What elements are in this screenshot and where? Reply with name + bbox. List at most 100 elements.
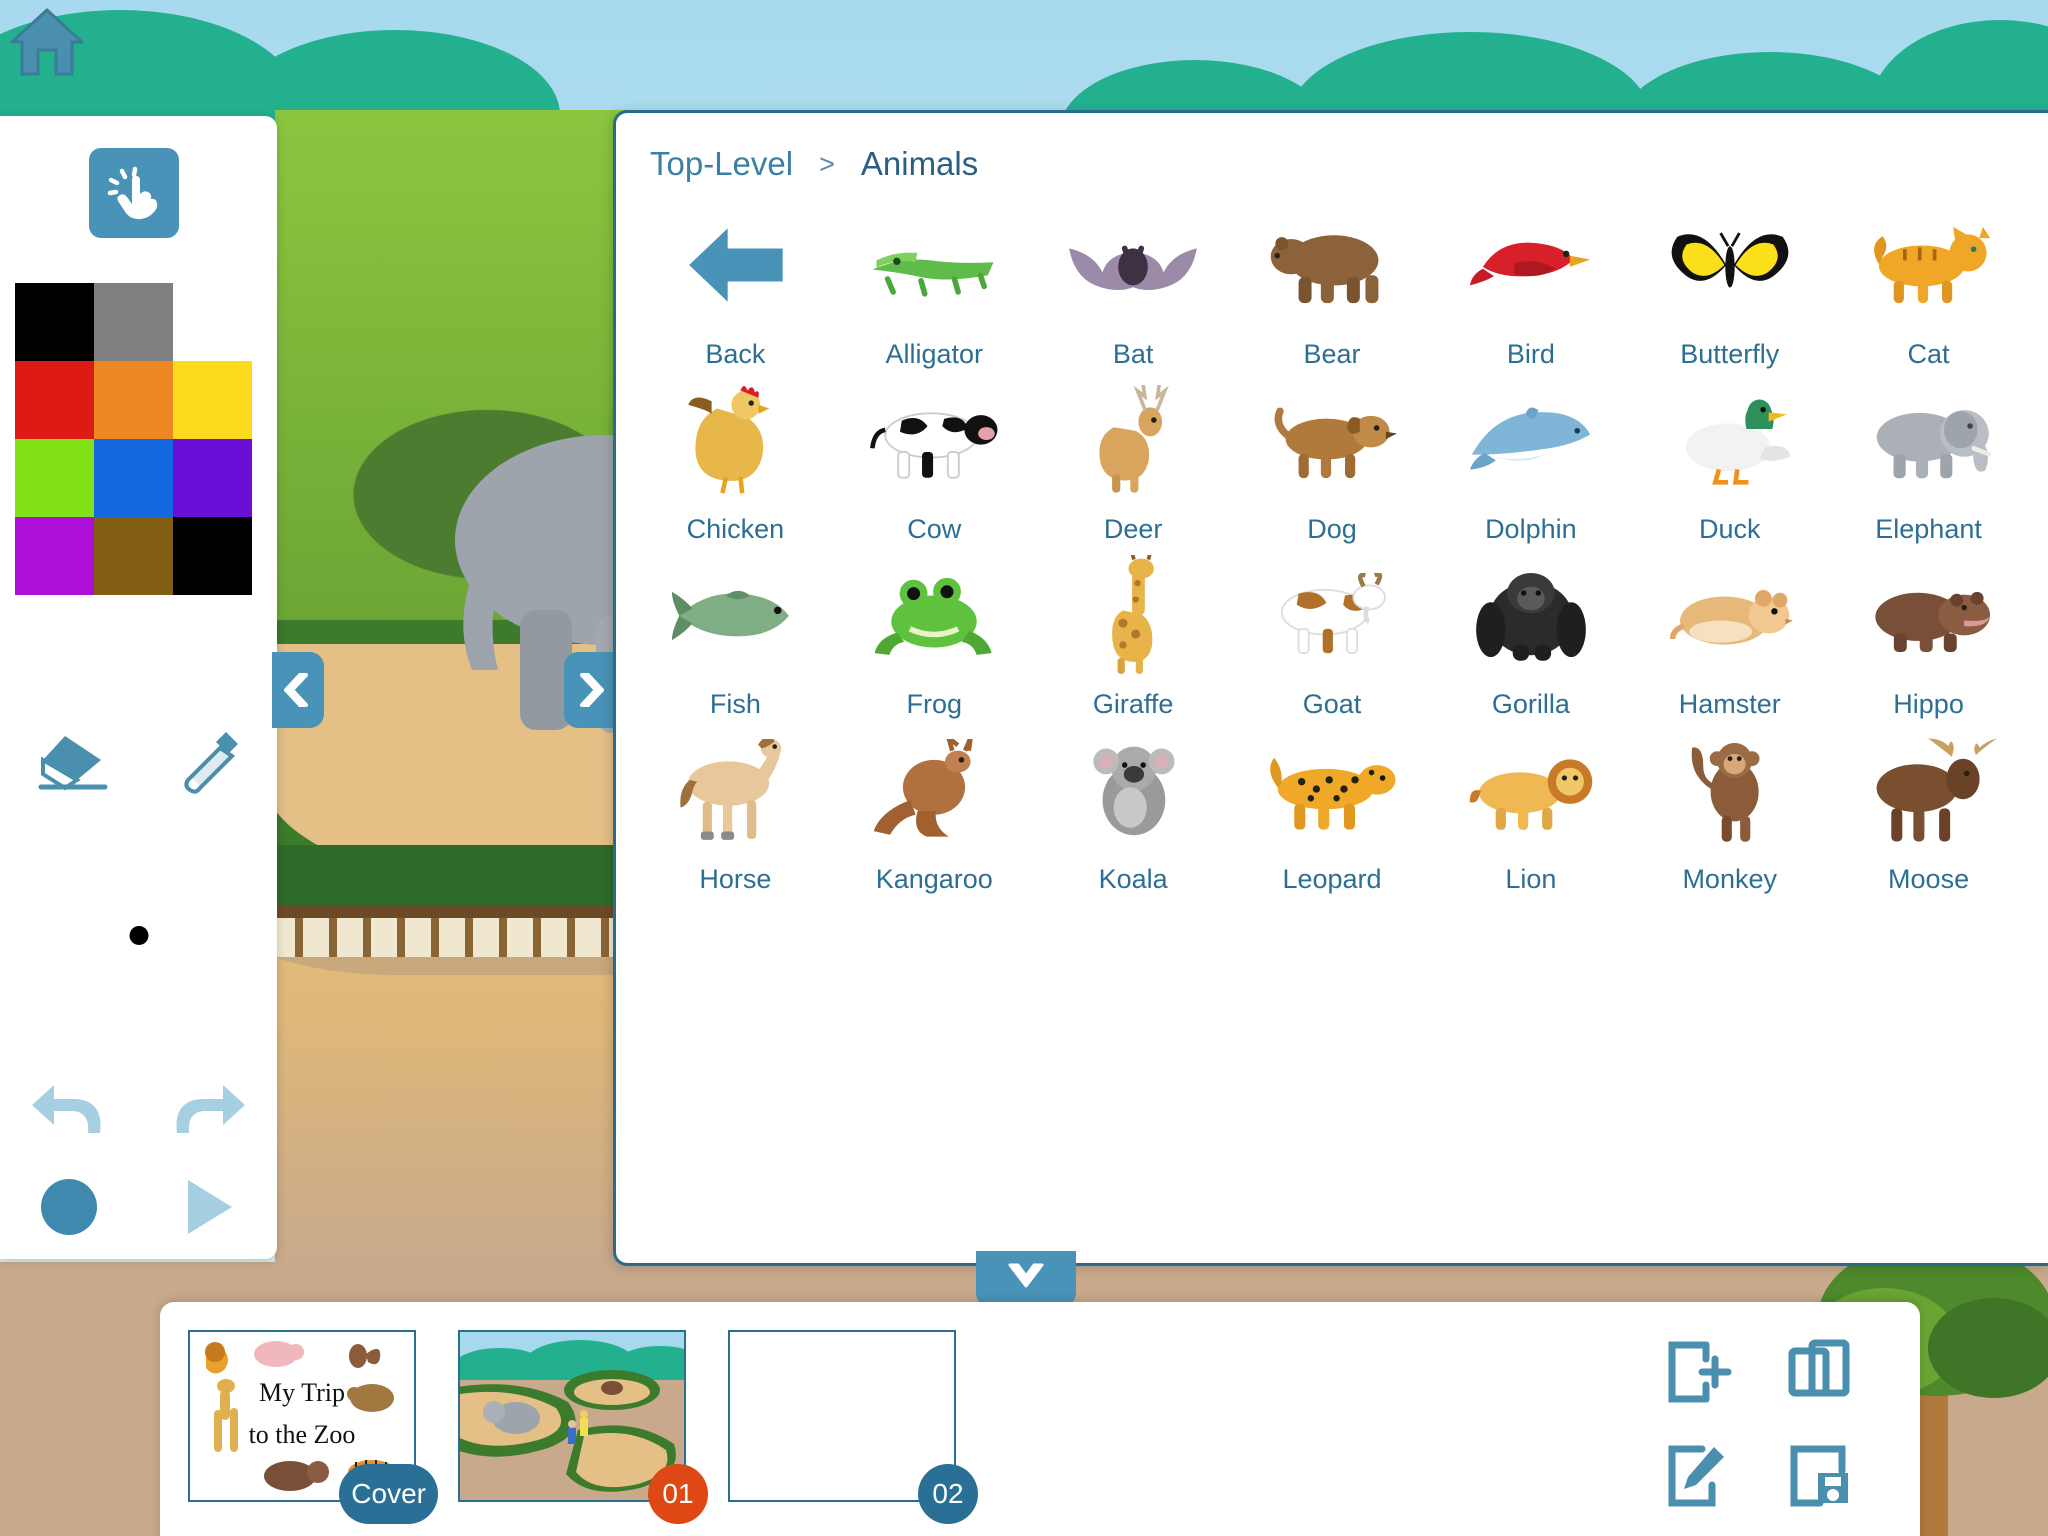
color-swatch-blue[interactable] xyxy=(94,439,173,517)
stamp-item-giraffe[interactable]: Giraffe xyxy=(1034,551,1233,720)
stamp-item-cow[interactable]: Cow xyxy=(835,376,1034,545)
stamp-item-bird[interactable]: Bird xyxy=(1431,201,1630,370)
cow-icon xyxy=(865,376,1003,504)
breadcrumb-current[interactable]: Animals xyxy=(861,145,978,183)
horse-icon xyxy=(675,726,795,854)
record-icon[interactable] xyxy=(39,1177,99,1237)
stamp-item-label: Bear xyxy=(1303,339,1361,369)
stamp-item-label: Monkey xyxy=(1682,864,1777,894)
stamp-item-label: Bat xyxy=(1112,339,1154,369)
stamp-item-duck[interactable]: Duck xyxy=(1630,376,1829,545)
edit-page-button[interactable] xyxy=(1636,1424,1758,1528)
stamp-item-goat[interactable]: Goat xyxy=(1233,551,1432,720)
color-swatch-green[interactable] xyxy=(15,439,94,517)
stamp-item-fish[interactable]: Fish xyxy=(636,551,835,720)
stamp-item-dolphin[interactable]: Dolphin xyxy=(1431,376,1630,545)
page-badge[interactable]: 01 xyxy=(648,1464,708,1524)
back-arrow-icon xyxy=(680,201,790,329)
next-page-arrow[interactable] xyxy=(564,652,616,728)
stamp-picker-panel: Top-Level > Animals Back Alligator Bat Bear… xyxy=(613,110,2048,1266)
stamp-item-hippo[interactable]: Hippo xyxy=(1829,551,2028,720)
play-icon[interactable] xyxy=(178,1176,238,1238)
breadcrumb-root[interactable]: Top-Level xyxy=(650,145,793,183)
color-swatch-gray[interactable] xyxy=(94,283,173,361)
stamp-item-label: Leopard xyxy=(1282,864,1382,894)
color-swatch-red[interactable] xyxy=(15,361,94,439)
color-swatch-brown[interactable] xyxy=(94,517,173,595)
select-tool-button[interactable] xyxy=(89,148,179,238)
color-swatch-magenta[interactable] xyxy=(15,517,94,595)
color-swatch-yellow[interactable] xyxy=(173,361,252,439)
stamp-item-cat[interactable]: Cat xyxy=(1829,201,2028,370)
page-badge[interactable]: 02 xyxy=(918,1464,978,1524)
brush-size-indicator[interactable] xyxy=(129,926,148,945)
eyedropper-icon[interactable] xyxy=(180,728,242,794)
stamp-item-label: Alligator xyxy=(885,339,984,369)
save-page-button[interactable] xyxy=(1758,1424,1880,1528)
stamp-item-elephant[interactable]: Elephant xyxy=(1829,376,2028,545)
stamp-item-label: Chicken xyxy=(686,514,785,544)
stamp-item-label: Deer xyxy=(1103,514,1163,544)
stamp-item-label: Dolphin xyxy=(1485,514,1577,544)
duplicate-page-button[interactable] xyxy=(1758,1320,1880,1424)
breadcrumb-separator: > xyxy=(819,148,835,179)
stamp-item-bear[interactable]: Bear xyxy=(1233,201,1432,370)
stamp-item-label: Elephant xyxy=(1875,514,1982,544)
undo-icon[interactable] xyxy=(30,1081,108,1141)
bear-icon xyxy=(1267,201,1397,329)
color-swatch-black[interactable] xyxy=(15,283,94,361)
color-swatch-purple[interactable] xyxy=(173,439,252,517)
color-swatch-white[interactable] xyxy=(173,283,252,361)
color-swatch-black2[interactable] xyxy=(173,517,252,595)
stamp-item-hamster[interactable]: Hamster xyxy=(1630,551,1829,720)
stamp-item-chicken[interactable]: Chicken xyxy=(636,376,835,545)
page-thumbnail[interactable]: 02 xyxy=(728,1330,978,1524)
stamp-item-label: Bird xyxy=(1506,339,1555,369)
stamp-item-moose[interactable]: Moose xyxy=(1829,726,2028,895)
stamp-item-label: Goat xyxy=(1302,689,1362,719)
stamp-item-leopard[interactable]: Leopard xyxy=(1233,726,1432,895)
stamp-item-label: Cat xyxy=(1907,339,1950,369)
page-strip: My Trip to the Zoo Cover 01 02 xyxy=(160,1302,1920,1536)
stamp-grid: Back Alligator Bat Bear Bird Butterfly Cat Chic… xyxy=(616,183,2048,895)
kangaroo-icon xyxy=(870,726,998,854)
stamp-item-label: Kangaroo xyxy=(875,864,993,894)
stamp-item-bat[interactable]: Bat xyxy=(1034,201,1233,370)
page-badge[interactable]: Cover xyxy=(339,1464,438,1524)
page-pencil-icon xyxy=(1668,1445,1724,1507)
stamp-item-label: Frog xyxy=(906,689,963,719)
playback-tools-row xyxy=(0,1176,277,1238)
gorilla-icon xyxy=(1467,551,1595,679)
stamp-item-dog[interactable]: Dog xyxy=(1233,376,1432,545)
stamp-item-monkey[interactable]: Monkey xyxy=(1630,726,1829,895)
lion-icon xyxy=(1466,726,1596,854)
color-swatch-orange[interactable] xyxy=(94,361,173,439)
stamp-item-horse[interactable]: Horse xyxy=(636,726,835,895)
page-thumbnail-preview xyxy=(730,1332,954,1500)
stamp-item-kangaroo[interactable]: Kangaroo xyxy=(835,726,1034,895)
stamp-item-label: Cow xyxy=(907,514,962,544)
stamp-item-gorilla[interactable]: Gorilla xyxy=(1431,551,1630,720)
stamp-item-butterfly[interactable]: Butterfly xyxy=(1630,201,1829,370)
stamp-item-alligator[interactable]: Alligator xyxy=(835,201,1034,370)
stamp-item-frog[interactable]: Frog xyxy=(835,551,1034,720)
page-thumbnail[interactable]: My Trip to the Zoo Cover xyxy=(188,1330,438,1524)
stamp-item-koala[interactable]: Koala xyxy=(1034,726,1233,895)
home-icon xyxy=(10,8,84,76)
stamp-item-lion[interactable]: Lion xyxy=(1431,726,1630,895)
stamp-item-back[interactable]: Back xyxy=(636,201,835,370)
chevron-left-icon xyxy=(284,673,308,707)
chevron-down-icon xyxy=(1008,1263,1044,1288)
stamp-item-deer[interactable]: Deer xyxy=(1034,376,1233,545)
collapse-picker-button[interactable] xyxy=(976,1251,1076,1307)
elephant-icon xyxy=(1863,376,1995,504)
eraser-icon[interactable] xyxy=(35,730,111,792)
stamp-item-label: Hamster xyxy=(1678,689,1781,719)
add-page-button[interactable] xyxy=(1636,1320,1758,1424)
page-thumbnail[interactable]: 01 xyxy=(458,1330,708,1524)
prev-page-arrow[interactable] xyxy=(272,652,324,728)
home-button[interactable] xyxy=(8,4,86,78)
stamp-item-label: Dog xyxy=(1307,514,1357,544)
redo-icon[interactable] xyxy=(169,1081,247,1141)
color-palette xyxy=(15,283,252,595)
